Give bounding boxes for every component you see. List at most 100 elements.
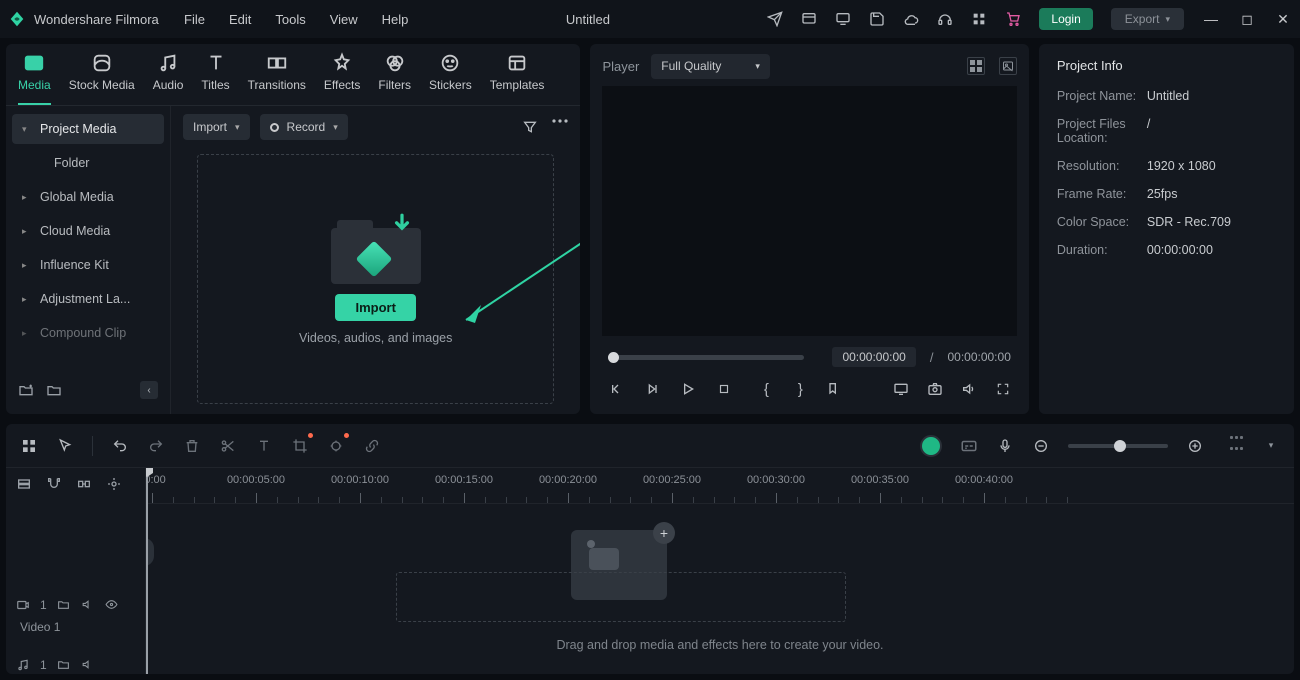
import-dropzone[interactable]: Import Videos, audios, and images [197, 154, 554, 404]
chevron-right-icon: ▸ [22, 328, 27, 339]
ripple-icon[interactable] [76, 476, 94, 494]
menu-tools[interactable]: Tools [275, 12, 305, 27]
chevron-down-icon[interactable]: ▾ [1262, 437, 1280, 455]
text-icon[interactable] [255, 437, 273, 455]
redo-icon[interactable] [147, 437, 165, 455]
menu-file[interactable]: File [184, 12, 205, 27]
drag-handle-icon[interactable] [1230, 436, 1244, 456]
tab-titles[interactable]: Titles [201, 52, 229, 105]
marker-dropdown-icon[interactable] [826, 381, 842, 397]
menu-help[interactable]: Help [382, 12, 409, 27]
tab-transitions[interactable]: Transitions [248, 52, 306, 105]
filter-funnel-icon[interactable] [522, 119, 538, 135]
microphone-icon[interactable] [996, 437, 1014, 455]
export-button[interactable]: Export▾ [1111, 8, 1184, 30]
sidebar-item-folder[interactable]: Folder [12, 148, 164, 178]
minimize-button[interactable]: — [1202, 11, 1220, 27]
sidebar-item-project-media[interactable]: ▾Project Media [12, 114, 164, 144]
pointer-icon[interactable] [56, 437, 74, 455]
record-icon [270, 123, 279, 132]
tab-effects[interactable]: Effects [324, 52, 360, 105]
ruler-label: 00:00:35:00 [851, 474, 909, 486]
zoom-out-icon[interactable] [1032, 437, 1050, 455]
preview-viewport[interactable] [602, 86, 1016, 336]
auto-reframe-icon[interactable] [106, 476, 124, 494]
scrub-thumb[interactable] [608, 352, 619, 363]
folder-icon[interactable] [57, 598, 71, 612]
maximize-button[interactable]: ◻ [1238, 11, 1256, 28]
ai-avatar-icon[interactable] [920, 435, 942, 457]
menu-edit[interactable]: Edit [229, 12, 251, 27]
tab-stock-media[interactable]: Stock Media [69, 52, 135, 105]
menu-view[interactable]: View [330, 12, 358, 27]
zoom-thumb[interactable] [1114, 440, 1126, 452]
image-view-icon[interactable] [999, 57, 1017, 75]
prev-frame-icon[interactable] [608, 381, 624, 397]
collapse-sidebar-button[interactable]: ‹ [140, 381, 158, 399]
zoom-in-icon[interactable] [1186, 437, 1204, 455]
tab-stickers[interactable]: Stickers [429, 52, 472, 105]
grid-view-icon[interactable] [967, 57, 985, 75]
sidebar-item-adjustment-layer[interactable]: ▸Adjustment La... [12, 284, 164, 314]
save-icon[interactable] [869, 11, 885, 27]
mark-in-icon[interactable]: { [758, 381, 774, 397]
new-folder-icon[interactable] [18, 382, 34, 398]
sidebar-item-cloud-media[interactable]: ▸Cloud Media [12, 216, 164, 246]
more-icon[interactable] [552, 119, 568, 135]
time-ruler[interactable]: 00:0000:00:05:0000:00:10:0000:00:15:0000… [146, 468, 1294, 504]
timeline-canvas[interactable]: 00:0000:00:05:0000:00:10:0000:00:15:0000… [146, 468, 1294, 674]
headset-icon[interactable] [937, 11, 953, 27]
undo-icon[interactable] [111, 437, 129, 455]
audio-track-header[interactable]: 1 [16, 658, 95, 672]
tab-filters[interactable]: Filters [378, 52, 411, 105]
import-button[interactable]: Import [335, 294, 415, 321]
folder-icon[interactable] [46, 382, 62, 398]
scrub-slider[interactable] [608, 355, 804, 360]
cloud-icon[interactable] [903, 11, 919, 27]
folder-icon[interactable] [57, 658, 71, 672]
volume-icon[interactable] [961, 381, 977, 397]
magic-icon[interactable] [327, 437, 345, 455]
info-value: 00:00:00:00 [1147, 243, 1213, 257]
crop-icon[interactable] [291, 437, 309, 455]
login-button[interactable]: Login [1039, 8, 1092, 30]
zoom-slider[interactable] [1068, 444, 1168, 448]
close-button[interactable]: ✕ [1274, 11, 1292, 28]
step-forward-icon[interactable] [644, 381, 660, 397]
tab-audio[interactable]: Audio [153, 52, 184, 105]
timeline-drop-target[interactable] [396, 572, 846, 622]
add-clip-button[interactable]: + [653, 522, 675, 544]
cart-icon[interactable] [1005, 11, 1021, 27]
link-tracks-icon[interactable] [16, 476, 34, 494]
layout-icon[interactable] [801, 11, 817, 27]
display-icon[interactable] [893, 381, 909, 397]
play-icon[interactable] [680, 381, 696, 397]
video-track-header[interactable]: 1 [16, 598, 119, 612]
mute-icon[interactable] [81, 598, 95, 612]
stop-icon[interactable] [716, 381, 732, 397]
sidebar-item-influence-kit[interactable]: ▸Influence Kit [12, 250, 164, 280]
desktop-icon[interactable] [835, 11, 851, 27]
unlink-icon[interactable] [363, 437, 381, 455]
quality-label: Full Quality [661, 59, 721, 73]
sidebar-item-compound-clip[interactable]: ▸Compound Clip [12, 318, 164, 348]
send-icon[interactable] [767, 11, 783, 27]
mark-out-icon[interactable]: } [792, 381, 808, 397]
scissors-icon[interactable] [219, 437, 237, 455]
media-body: ▾Project Media Folder ▸Global Media ▸Clo… [6, 106, 580, 414]
trash-icon[interactable] [183, 437, 201, 455]
subtitle-icon[interactable] [960, 437, 978, 455]
layout-grid-icon[interactable] [20, 437, 38, 455]
fullscreen-icon[interactable] [995, 381, 1011, 397]
import-dropdown[interactable]: Import▾ [183, 114, 250, 140]
apps-icon[interactable] [971, 11, 987, 27]
sidebar-item-global-media[interactable]: ▸Global Media [12, 182, 164, 212]
tab-media[interactable]: Media [18, 52, 51, 105]
magnet-icon[interactable] [46, 476, 64, 494]
eye-icon[interactable] [105, 598, 119, 612]
record-dropdown[interactable]: Record▾ [260, 114, 348, 140]
quality-dropdown[interactable]: Full Quality▾ [651, 54, 770, 79]
tab-templates[interactable]: Templates [490, 52, 545, 105]
mute-icon[interactable] [81, 658, 95, 672]
snapshot-icon[interactable] [927, 381, 943, 397]
